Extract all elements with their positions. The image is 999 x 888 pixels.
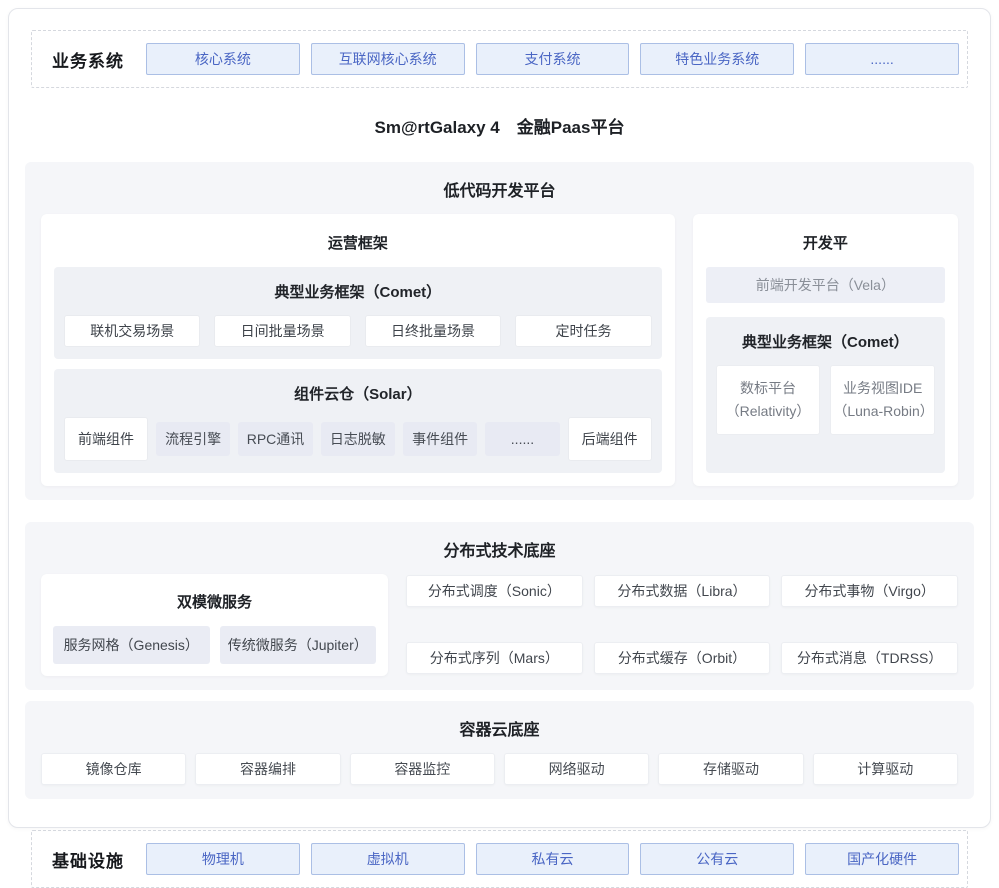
solar-chip: 流程引擎 [156, 422, 230, 456]
container-feature-box: 计算驱动 [813, 753, 958, 785]
dev-comet-subpanel: 典型业务框架（Comet） 数标平台 （Relativity） 业务视图IDE … [706, 317, 945, 473]
comet-framework-subpanel: 典型业务框架（Comet） 联机交易场景 日间批量场景 日终批量场景 定时任务 [54, 267, 662, 359]
genesis-service-mesh-chip: 服务网格（Genesis） [53, 626, 210, 664]
comet-scenario-box: 日间批量场景 [214, 315, 350, 347]
relativity-platform-code: （Relativity） [719, 400, 818, 423]
business-system-box: 支付系统 [476, 43, 630, 75]
distributed-service-box: 分布式数据（Libra） [594, 575, 771, 607]
distributed-service-box: 分布式事物（Virgo） [781, 575, 958, 607]
solar-component-subpanel: 组件云仓（Solar） 前端组件 流程引擎 RPC通讯 日志脱敏 事件组件 ..… [54, 369, 662, 473]
business-system-box: 特色业务系统 [640, 43, 794, 75]
distributed-service-box: 分布式调度（Sonic） [406, 575, 583, 607]
distributed-base-title: 分布式技术底座 [41, 537, 958, 561]
develop-platform-panel: 开发平 前端开发平台（Vela） 典型业务框架（Comet） 数标平台 （Rel… [693, 214, 958, 486]
vela-frontend-platform-chip: 前端开发平台（Vela） [706, 267, 945, 303]
container-feature-box: 容器监控 [350, 753, 495, 785]
infrastructure-box: 私有云 [476, 843, 630, 875]
luna-robin-ide-name: 业务视图IDE [833, 377, 932, 400]
operation-framework-panel: 运营框架 典型业务框架（Comet） 联机交易场景 日间批量场景 日终批量场景 … [41, 214, 675, 486]
dual-mode-microservice-panel: 双模微服务 服务网格（Genesis） 传统微服务（Jupiter） [41, 574, 388, 676]
develop-platform-title: 开发平 [706, 232, 945, 253]
dev-comet-title: 典型业务框架（Comet） [716, 331, 935, 352]
business-systems-row: 业务系统 核心系统 互联网核心系统 支付系统 特色业务系统 ...... [31, 30, 968, 88]
infrastructure-box: 国产化硬件 [805, 843, 959, 875]
backend-component-box: 后端组件 [568, 417, 652, 461]
luna-robin-ide-box: 业务视图IDE （Luna-Robin） [830, 365, 935, 435]
infrastructure-row: 基础设施 物理机 虚拟机 私有云 公有云 国产化硬件 [31, 830, 968, 888]
lowcode-platform-title: 低代码开发平台 [41, 177, 958, 201]
container-feature-box: 存储驱动 [658, 753, 803, 785]
platform-title: Sm@rtGalaxy 4 金融Paas平台 [31, 113, 968, 138]
dual-mode-title: 双模微服务 [53, 591, 376, 612]
infrastructure-boxes: 物理机 虚拟机 私有云 公有云 国产化硬件 [146, 843, 959, 875]
luna-robin-ide-code: （Luna-Robin） [833, 400, 932, 423]
jupiter-microservice-chip: 传统微服务（Jupiter） [220, 626, 377, 664]
relativity-platform-box: 数标平台 （Relativity） [716, 365, 821, 435]
comet-scenario-box: 日终批量场景 [365, 315, 501, 347]
infrastructure-box: 物理机 [146, 843, 300, 875]
business-system-box: 互联网核心系统 [311, 43, 465, 75]
operation-framework-title: 运营框架 [54, 232, 662, 253]
container-cloud-title: 容器云底座 [41, 716, 958, 740]
comet-scenario-box: 联机交易场景 [64, 315, 200, 347]
distributed-service-box: 分布式消息（TDRSS） [781, 642, 958, 674]
infrastructure-box: 公有云 [640, 843, 794, 875]
relativity-platform-name: 数标平台 [719, 377, 818, 400]
lowcode-platform-panel: 低代码开发平台 运营框架 典型业务框架（Comet） 联机交易场景 日间批量场景… [25, 162, 974, 500]
architecture-diagram-card: 业务系统 核心系统 互联网核心系统 支付系统 特色业务系统 ...... Sm@… [8, 8, 991, 828]
solar-chip: 事件组件 [403, 422, 477, 456]
distributed-base-panel: 分布式技术底座 双模微服务 服务网格（Genesis） 传统微服务（Jupite… [25, 522, 974, 690]
solar-component-title: 组件云仓（Solar） [64, 383, 652, 404]
comet-scenario-box: 定时任务 [515, 315, 651, 347]
distributed-service-box: 分布式缓存（Orbit） [594, 642, 771, 674]
container-feature-box: 网络驱动 [504, 753, 649, 785]
infrastructure-box: 虚拟机 [311, 843, 465, 875]
business-system-box: 核心系统 [146, 43, 300, 75]
infrastructure-label: 基础设施 [40, 847, 136, 872]
solar-chip-more: ...... [485, 422, 559, 456]
business-systems-label: 业务系统 [40, 47, 136, 72]
business-system-box-more: ...... [805, 43, 959, 75]
container-feature-box: 镜像仓库 [41, 753, 186, 785]
distributed-services-grid: 分布式调度（Sonic） 分布式数据（Libra） 分布式事物（Virgo） 分… [406, 574, 958, 676]
frontend-component-box: 前端组件 [64, 417, 148, 461]
container-cloud-panel: 容器云底座 镜像仓库 容器编排 容器监控 网络驱动 存储驱动 计算驱动 [25, 701, 974, 799]
business-systems-boxes: 核心系统 互联网核心系统 支付系统 特色业务系统 ...... [146, 43, 959, 75]
comet-framework-title: 典型业务框架（Comet） [64, 281, 652, 302]
container-feature-box: 容器编排 [195, 753, 340, 785]
solar-chip: RPC通讯 [238, 422, 312, 456]
distributed-service-box: 分布式序列（Mars） [406, 642, 583, 674]
solar-chip: 日志脱敏 [321, 422, 395, 456]
